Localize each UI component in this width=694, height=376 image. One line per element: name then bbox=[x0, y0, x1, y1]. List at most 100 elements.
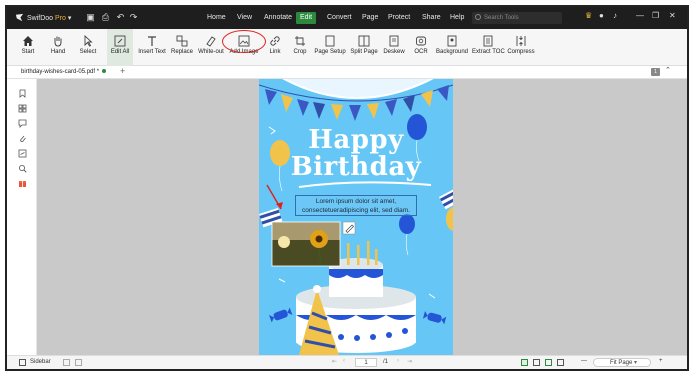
hand-icon bbox=[54, 36, 62, 47]
thumbnails-icon[interactable] bbox=[18, 104, 27, 113]
scroll-view-icon[interactable] bbox=[545, 359, 552, 366]
toc-icon bbox=[483, 35, 493, 47]
document-tab[interactable]: birthday-wishes-card-05.pdf * bbox=[21, 67, 107, 78]
tab-count-badge[interactable]: 1 bbox=[651, 68, 660, 76]
title-bar: SwifDoo Pro ▾ ▣ ⎙ ↶ ↷ Home View Annotate… bbox=[7, 7, 687, 29]
menu-share[interactable]: Share bbox=[418, 12, 445, 24]
search-panel-icon[interactable] bbox=[18, 164, 27, 173]
text-icon bbox=[148, 36, 156, 46]
tool-background[interactable]: Background bbox=[435, 29, 469, 66]
inserted-image bbox=[271, 221, 341, 267]
user-icon[interactable]: ● bbox=[599, 11, 604, 20]
birthday-card-artwork bbox=[259, 79, 453, 355]
tool-split-page[interactable]: Split Page bbox=[349, 29, 379, 66]
bell-icon[interactable]: ♪ bbox=[613, 11, 617, 20]
menu-annotate[interactable]: Annotate bbox=[260, 12, 296, 24]
small-blue-balloon bbox=[399, 214, 415, 234]
new-tab-button[interactable]: + bbox=[120, 66, 125, 76]
app-name[interactable]: SwifDoo Pro ▾ bbox=[27, 14, 71, 22]
app-window: SwifDoo Pro ▾ ▣ ⎙ ↶ ↷ Home View Annotate… bbox=[5, 5, 689, 371]
signature-icon[interactable] bbox=[18, 149, 27, 158]
menu-help[interactable]: Help bbox=[446, 12, 468, 24]
tool-edit-all[interactable]: Edit All bbox=[107, 29, 133, 66]
fit-height-icon[interactable] bbox=[75, 359, 82, 366]
last-page-icon[interactable]: ⇥ bbox=[407, 358, 412, 365]
menu-protect[interactable]: Protect bbox=[384, 12, 414, 24]
link-icon bbox=[270, 36, 280, 46]
comment-icon[interactable] bbox=[18, 119, 27, 128]
zoom-select[interactable]: Fit Page ▾ bbox=[593, 358, 651, 367]
tool-deskew[interactable]: Deskew bbox=[382, 29, 406, 66]
tool-replace[interactable]: Replace bbox=[169, 29, 195, 66]
pdf-page[interactable]: Happy Birthday Lorem ipsum dolor sit ame… bbox=[259, 79, 453, 355]
zoom-out-button[interactable]: — bbox=[581, 358, 587, 364]
crown-icon[interactable]: ♛ bbox=[585, 11, 592, 20]
cursor-icon bbox=[84, 35, 93, 47]
edit-icon bbox=[114, 35, 126, 47]
split-icon bbox=[358, 35, 370, 47]
two-page-view-icon[interactable] bbox=[533, 359, 540, 366]
search-input[interactable]: Search Tools bbox=[472, 12, 562, 24]
status-bar: Sidebar ⇤ ‹ 1 /1 › ⇥ — Fit Page ▾ + bbox=[7, 355, 687, 369]
app-logo-icon bbox=[15, 13, 24, 22]
home-icon bbox=[23, 36, 33, 46]
document-canvas[interactable]: Happy Birthday Lorem ipsum dolor sit ame… bbox=[37, 79, 687, 355]
maximize-icon[interactable]: ❐ bbox=[652, 11, 659, 20]
grid-view-icon[interactable] bbox=[557, 359, 564, 366]
redo-icon[interactable]: ↷ bbox=[128, 12, 139, 23]
replace-icon bbox=[176, 35, 188, 47]
tool-compress[interactable]: Compress bbox=[507, 29, 535, 66]
new-file-icon[interactable]: ▣ bbox=[85, 12, 96, 23]
edit-image-pencil bbox=[342, 221, 356, 235]
print-icon[interactable]: ⎙ bbox=[100, 12, 111, 23]
tool-link[interactable]: Link bbox=[265, 29, 285, 66]
first-page-icon[interactable]: ⇤ bbox=[332, 358, 337, 365]
close-icon[interactable]: ✕ bbox=[669, 11, 676, 20]
menu-home[interactable]: Home bbox=[203, 12, 230, 24]
headline-happy: Happy bbox=[308, 125, 404, 155]
page-total: /1 bbox=[383, 359, 389, 365]
tool-start[interactable]: Start bbox=[17, 29, 39, 66]
single-page-view-icon[interactable] bbox=[521, 359, 528, 366]
deskew-icon bbox=[389, 35, 399, 47]
compress-icon bbox=[516, 36, 526, 46]
tool-page-setup[interactable]: Page Setup bbox=[314, 29, 346, 66]
tool-white-out[interactable]: White-out bbox=[197, 29, 225, 66]
menu-page[interactable]: Page bbox=[358, 12, 382, 24]
tool-extract-toc[interactable]: Extract TOC bbox=[472, 29, 505, 66]
prev-page-icon[interactable]: ‹ bbox=[343, 358, 345, 364]
fit-width-icon[interactable] bbox=[63, 359, 70, 366]
background-icon bbox=[447, 35, 457, 47]
tool-hand[interactable]: Hand bbox=[47, 29, 69, 66]
tool-crop[interactable]: Crop bbox=[290, 29, 310, 66]
headline-birthday: Birthday bbox=[290, 152, 422, 182]
undo-icon[interactable]: ↶ bbox=[115, 12, 126, 23]
left-sidebar bbox=[7, 79, 37, 355]
eraser-icon bbox=[206, 36, 216, 47]
sidebar-toggle-icon[interactable] bbox=[19, 359, 26, 366]
attachment-icon[interactable] bbox=[18, 134, 27, 143]
add-image-highlight-circle bbox=[222, 30, 266, 53]
menu-view[interactable]: View bbox=[233, 12, 256, 24]
tool-insert-text[interactable]: Insert Text bbox=[137, 29, 167, 66]
menu-edit[interactable]: Edit bbox=[296, 12, 317, 24]
sidebar-label[interactable]: Sidebar bbox=[30, 359, 51, 365]
menu-convert[interactable]: Convert bbox=[323, 12, 356, 24]
page-number-input[interactable]: 1 bbox=[355, 358, 377, 367]
document-tab-bar: birthday-wishes-card-05.pdf * + 1 ⌃ bbox=[7, 66, 687, 79]
bookmark-icon[interactable] bbox=[18, 89, 27, 98]
gift-icon[interactable] bbox=[18, 179, 27, 188]
body-text: Lorem ipsum dolor sit amet, consectetuer… bbox=[301, 198, 411, 214]
unsaved-dot bbox=[102, 69, 107, 74]
zoom-in-button[interactable]: + bbox=[659, 358, 663, 364]
body-text-box[interactable]: Lorem ipsum dolor sit amet, consectetuer… bbox=[295, 195, 417, 216]
ribbon-toolbar: Start Hand Select Edit All Insert Text R… bbox=[7, 29, 687, 66]
search-icon bbox=[475, 14, 481, 20]
tool-ocr[interactable]: OCR bbox=[410, 29, 432, 66]
page-setup-icon bbox=[325, 35, 335, 47]
next-page-icon[interactable]: › bbox=[397, 358, 399, 364]
red-arrow bbox=[266, 184, 283, 210]
collapse-ribbon-icon[interactable]: ⌃ bbox=[665, 66, 671, 74]
minimize-icon[interactable]: — bbox=[636, 11, 644, 20]
tool-select[interactable]: Select bbox=[74, 29, 102, 66]
